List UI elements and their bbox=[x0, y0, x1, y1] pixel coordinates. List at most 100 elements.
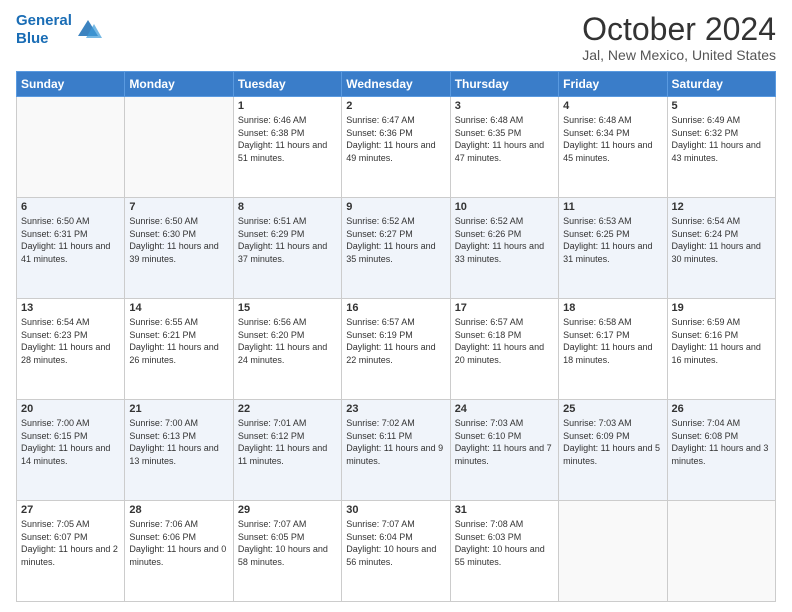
day-info: Sunrise: 7:07 AM Sunset: 6:05 PM Dayligh… bbox=[238, 518, 337, 568]
day-number: 18 bbox=[563, 302, 662, 314]
calendar-cell: 11 Sunrise: 6:53 AM Sunset: 6:25 PM Dayli… bbox=[559, 198, 667, 299]
title-block: October 2024 Jal, New Mexico, United Sta… bbox=[582, 12, 776, 63]
day-number: 27 bbox=[21, 504, 120, 516]
day-number: 23 bbox=[346, 403, 445, 415]
month-title: October 2024 bbox=[582, 12, 776, 47]
day-info: Sunrise: 6:57 AM Sunset: 6:19 PM Dayligh… bbox=[346, 316, 445, 366]
calendar-cell: 5 Sunrise: 6:49 AM Sunset: 6:32 PM Daylig… bbox=[667, 97, 775, 198]
calendar-cell: 28 Sunrise: 7:06 AM Sunset: 6:06 PM Dayli… bbox=[125, 501, 233, 602]
day-info: Sunrise: 7:02 AM Sunset: 6:11 PM Dayligh… bbox=[346, 417, 445, 467]
day-info: Sunrise: 7:08 AM Sunset: 6:03 PM Dayligh… bbox=[455, 518, 554, 568]
header: General Blue October 2024 Jal, New Mexic… bbox=[16, 12, 776, 63]
day-info: Sunrise: 6:54 AM Sunset: 6:24 PM Dayligh… bbox=[672, 215, 771, 265]
day-info: Sunrise: 6:51 AM Sunset: 6:29 PM Dayligh… bbox=[238, 215, 337, 265]
calendar-cell: 24 Sunrise: 7:03 AM Sunset: 6:10 PM Dayli… bbox=[450, 400, 558, 501]
calendar-cell: 22 Sunrise: 7:01 AM Sunset: 6:12 PM Dayli… bbox=[233, 400, 341, 501]
day-number: 4 bbox=[563, 100, 662, 112]
day-info: Sunrise: 6:50 AM Sunset: 6:31 PM Dayligh… bbox=[21, 215, 120, 265]
col-tuesday: Tuesday bbox=[233, 72, 341, 97]
location: Jal, New Mexico, United States bbox=[582, 47, 776, 63]
day-info: Sunrise: 6:49 AM Sunset: 6:32 PM Dayligh… bbox=[672, 114, 771, 164]
day-number: 19 bbox=[672, 302, 771, 314]
calendar-cell: 18 Sunrise: 6:58 AM Sunset: 6:17 PM Dayli… bbox=[559, 299, 667, 400]
day-info: Sunrise: 7:05 AM Sunset: 6:07 PM Dayligh… bbox=[21, 518, 120, 568]
calendar-cell: 31 Sunrise: 7:08 AM Sunset: 6:03 PM Dayli… bbox=[450, 501, 558, 602]
day-info: Sunrise: 6:52 AM Sunset: 6:26 PM Dayligh… bbox=[455, 215, 554, 265]
day-info: Sunrise: 7:03 AM Sunset: 6:09 PM Dayligh… bbox=[563, 417, 662, 467]
day-number: 5 bbox=[672, 100, 771, 112]
calendar-table: Sunday Monday Tuesday Wednesday Thursday… bbox=[16, 71, 776, 602]
calendar-cell bbox=[559, 501, 667, 602]
calendar-cell: 8 Sunrise: 6:51 AM Sunset: 6:29 PM Daylig… bbox=[233, 198, 341, 299]
page: General Blue October 2024 Jal, New Mexic… bbox=[0, 0, 792, 612]
day-number: 12 bbox=[672, 201, 771, 213]
day-info: Sunrise: 6:50 AM Sunset: 6:30 PM Dayligh… bbox=[129, 215, 228, 265]
calendar-week-1: 1Sunrise: 6:46 AM Sunset: 6:38 PM Daylig… bbox=[17, 97, 776, 198]
day-number: 28 bbox=[129, 504, 228, 516]
day-number: 24 bbox=[455, 403, 554, 415]
calendar-header-row: Sunday Monday Tuesday Wednesday Thursday… bbox=[17, 72, 776, 97]
logo-text: General bbox=[16, 12, 72, 30]
logo-general: General bbox=[16, 12, 72, 29]
calendar-week-2: 6 Sunrise: 6:50 AM Sunset: 6:31 PM Daylig… bbox=[17, 198, 776, 299]
day-number: 11 bbox=[563, 201, 662, 213]
day-number: 20 bbox=[21, 403, 120, 415]
calendar-cell: 20Sunrise: 7:00 AM Sunset: 6:15 PM Dayli… bbox=[17, 400, 125, 501]
calendar-cell: 19 Sunrise: 6:59 AM Sunset: 6:16 PM Dayli… bbox=[667, 299, 775, 400]
calendar-cell: 26 Sunrise: 7:04 AM Sunset: 6:08 PM Dayli… bbox=[667, 400, 775, 501]
day-info: Sunrise: 6:53 AM Sunset: 6:25 PM Dayligh… bbox=[563, 215, 662, 265]
day-info: Sunrise: 7:04 AM Sunset: 6:08 PM Dayligh… bbox=[672, 417, 771, 467]
calendar-cell: 17 Sunrise: 6:57 AM Sunset: 6:18 PM Dayli… bbox=[450, 299, 558, 400]
day-number: 1 bbox=[238, 100, 337, 112]
day-info: Sunrise: 6:59 AM Sunset: 6:16 PM Dayligh… bbox=[672, 316, 771, 366]
calendar-cell: 23 Sunrise: 7:02 AM Sunset: 6:11 PM Dayli… bbox=[342, 400, 450, 501]
day-info: Sunrise: 6:56 AM Sunset: 6:20 PM Dayligh… bbox=[238, 316, 337, 366]
day-info: Sunrise: 6:58 AM Sunset: 6:17 PM Dayligh… bbox=[563, 316, 662, 366]
col-sunday: Sunday bbox=[17, 72, 125, 97]
day-info: Sunrise: 6:55 AM Sunset: 6:21 PM Dayligh… bbox=[129, 316, 228, 366]
calendar-cell: 9Sunrise: 6:52 AM Sunset: 6:27 PM Daylig… bbox=[342, 198, 450, 299]
day-info: Sunrise: 7:01 AM Sunset: 6:12 PM Dayligh… bbox=[238, 417, 337, 467]
calendar-cell: 21 Sunrise: 7:00 AM Sunset: 6:13 PM Dayli… bbox=[125, 400, 233, 501]
calendar-cell: 6 Sunrise: 6:50 AM Sunset: 6:31 PM Daylig… bbox=[17, 198, 125, 299]
day-info: Sunrise: 6:48 AM Sunset: 6:35 PM Dayligh… bbox=[455, 114, 554, 164]
day-info: Sunrise: 7:06 AM Sunset: 6:06 PM Dayligh… bbox=[129, 518, 228, 568]
day-number: 13 bbox=[21, 302, 120, 314]
day-info: Sunrise: 6:57 AM Sunset: 6:18 PM Dayligh… bbox=[455, 316, 554, 366]
calendar-cell: 27 Sunrise: 7:05 AM Sunset: 6:07 PM Dayli… bbox=[17, 501, 125, 602]
calendar-cell bbox=[17, 97, 125, 198]
calendar-cell: 25 Sunrise: 7:03 AM Sunset: 6:09 PM Dayli… bbox=[559, 400, 667, 501]
day-number: 17 bbox=[455, 302, 554, 314]
day-number: 6 bbox=[21, 201, 120, 213]
calendar-cell: 14Sunrise: 6:55 AM Sunset: 6:21 PM Dayli… bbox=[125, 299, 233, 400]
day-info: Sunrise: 6:52 AM Sunset: 6:27 PM Dayligh… bbox=[346, 215, 445, 265]
calendar-week-4: 20Sunrise: 7:00 AM Sunset: 6:15 PM Dayli… bbox=[17, 400, 776, 501]
calendar-cell: 13 Sunrise: 6:54 AM Sunset: 6:23 PM Dayli… bbox=[17, 299, 125, 400]
col-monday: Monday bbox=[125, 72, 233, 97]
logo-blue: Blue bbox=[16, 30, 72, 48]
col-saturday: Saturday bbox=[667, 72, 775, 97]
day-number: 25 bbox=[563, 403, 662, 415]
day-info: Sunrise: 7:03 AM Sunset: 6:10 PM Dayligh… bbox=[455, 417, 554, 467]
calendar-week-3: 13 Sunrise: 6:54 AM Sunset: 6:23 PM Dayli… bbox=[17, 299, 776, 400]
day-info: Sunrise: 6:54 AM Sunset: 6:23 PM Dayligh… bbox=[21, 316, 120, 366]
day-number: 22 bbox=[238, 403, 337, 415]
day-number: 2 bbox=[346, 100, 445, 112]
day-info: Sunrise: 6:47 AM Sunset: 6:36 PM Dayligh… bbox=[346, 114, 445, 164]
calendar-cell bbox=[125, 97, 233, 198]
day-info: Sunrise: 7:07 AM Sunset: 6:04 PM Dayligh… bbox=[346, 518, 445, 568]
calendar-cell: 7Sunrise: 6:50 AM Sunset: 6:30 PM Daylig… bbox=[125, 198, 233, 299]
day-number: 21 bbox=[129, 403, 228, 415]
col-wednesday: Wednesday bbox=[342, 72, 450, 97]
day-number: 31 bbox=[455, 504, 554, 516]
calendar-cell: 1Sunrise: 6:46 AM Sunset: 6:38 PM Daylig… bbox=[233, 97, 341, 198]
day-info: Sunrise: 7:00 AM Sunset: 6:13 PM Dayligh… bbox=[129, 417, 228, 467]
day-number: 26 bbox=[672, 403, 771, 415]
day-number: 8 bbox=[238, 201, 337, 213]
day-number: 30 bbox=[346, 504, 445, 516]
calendar-week-5: 27 Sunrise: 7:05 AM Sunset: 6:07 PM Dayli… bbox=[17, 501, 776, 602]
calendar-cell: 10Sunrise: 6:52 AM Sunset: 6:26 PM Dayli… bbox=[450, 198, 558, 299]
day-number: 15 bbox=[238, 302, 337, 314]
day-number: 3 bbox=[455, 100, 554, 112]
calendar-cell: 2 Sunrise: 6:47 AM Sunset: 6:36 PM Daylig… bbox=[342, 97, 450, 198]
